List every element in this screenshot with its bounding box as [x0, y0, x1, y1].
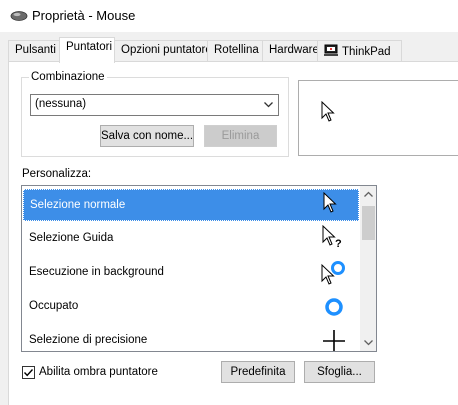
scheme-group-label: Combinazione: [29, 71, 107, 83]
list-item-label: Occupato: [29, 300, 79, 312]
default-button[interactable]: Predefinita: [221, 361, 295, 383]
list-item-label: Selezione Guida: [29, 232, 114, 244]
list-item-label: Selezione di precisione: [29, 334, 148, 346]
customize-label: Personalizza:: [22, 168, 92, 180]
tab-strip: Pulsanti Puntatori Opzioni puntatore Rot…: [0, 32, 458, 63]
scroll-thumb[interactable]: [362, 206, 375, 240]
busy-cursor-icon: [319, 293, 349, 321]
list-scrollbar[interactable]: [360, 186, 376, 351]
tab-opzioni-puntatore[interactable]: Opzioni puntatore: [114, 40, 212, 62]
title-bar: Proprietà - Mouse: [0, 0, 458, 32]
tab-label: Rotellina: [214, 44, 259, 56]
list-item[interactable]: Selezione normale: [23, 189, 359, 221]
scheme-dropdown[interactable]: (nessuna): [30, 94, 279, 116]
list-item[interactable]: Selezione Guida ?: [23, 223, 359, 255]
scroll-up-icon[interactable]: [360, 186, 376, 203]
tab-label: Pulsanti: [15, 44, 56, 56]
cursor-preview: [298, 80, 458, 156]
chevron-down-icon: [263, 99, 274, 113]
tab-label: Puntatori: [66, 41, 113, 53]
list-item[interactable]: Occupato: [23, 291, 359, 323]
tab-label: Opzioni puntatore: [121, 44, 212, 56]
tab-puntatori[interactable]: Puntatori: [59, 37, 115, 63]
list-item[interactable]: Selezione di precisione: [23, 325, 359, 351]
thinkpad-icon: [324, 44, 338, 60]
tab-hardware[interactable]: Hardware: [262, 40, 319, 62]
help-cursor-icon: ?: [319, 224, 349, 253]
browse-button[interactable]: Sfoglia...: [304, 361, 375, 383]
arrow-cursor-icon: [320, 191, 350, 220]
list-item[interactable]: Esecuzione in background: [23, 257, 359, 289]
list-item-label: Esecuzione in background: [29, 266, 164, 278]
window-title: Proprietà - Mouse: [32, 8, 136, 23]
delete-button[interactable]: Elimina: [204, 125, 277, 147]
shadow-checkbox-label[interactable]: Abilita ombra puntatore: [39, 366, 158, 378]
save-as-button[interactable]: Salva con nome...: [100, 125, 194, 147]
tab-thinkpad[interactable]: ThinkPad: [317, 40, 402, 62]
tab-pulsanti[interactable]: Pulsanti: [8, 40, 60, 62]
scroll-down-icon[interactable]: [360, 334, 376, 351]
tab-rotellina[interactable]: Rotellina: [207, 40, 263, 62]
cursor-list[interactable]: Selezione normale Selezione Guida ? Esec…: [21, 185, 377, 352]
shadow-checkbox[interactable]: [22, 366, 35, 379]
mouse-icon: [10, 10, 28, 25]
svg-text:?: ?: [335, 238, 342, 250]
arrow-cursor-icon: [321, 100, 335, 126]
crosshair-cursor-icon: [319, 327, 349, 351]
tab-label: Hardware: [269, 44, 319, 56]
list-item-label: Selezione normale: [30, 199, 126, 211]
working-background-cursor-icon: [319, 259, 349, 287]
tab-label: ThinkPad: [342, 46, 391, 59]
scheme-dropdown-value: (nessuna): [35, 98, 87, 110]
